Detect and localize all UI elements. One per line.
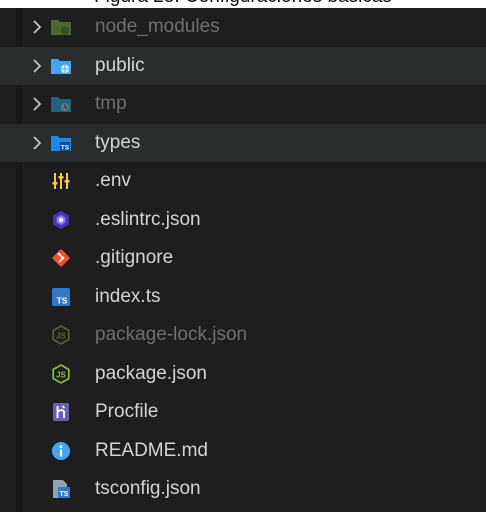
- heroku-icon: [50, 401, 72, 423]
- tree-item-label: public: [95, 54, 145, 76]
- temp-folder-icon: [50, 93, 72, 115]
- tree-item-node-modules[interactable]: node_modules: [0, 8, 486, 47]
- settings-sliders-icon: [50, 170, 72, 192]
- chevron-right-icon[interactable]: [30, 56, 44, 76]
- tsconfig-icon: TS: [50, 478, 72, 500]
- tree-item-label: types: [95, 131, 141, 153]
- svg-text:TS: TS: [57, 295, 68, 305]
- tree-item-gitignore[interactable]: .gitignore: [0, 239, 486, 278]
- figure-caption: Figura 28. Configuraciones básicas: [0, 0, 486, 8]
- tree-item-label: Procfile: [95, 401, 159, 423]
- tree-item-label: package-lock.json: [95, 324, 248, 346]
- git-icon: [50, 247, 72, 269]
- tree-item-types[interactable]: TS types: [0, 123, 486, 162]
- chevron-right-icon[interactable]: [30, 133, 44, 153]
- tree-item-label: index.ts: [95, 285, 161, 307]
- typescript-file-icon: TS: [50, 286, 72, 308]
- tree-item-package-json[interactable]: JS package.json: [0, 355, 486, 394]
- nodejs-icon: JS: [50, 363, 72, 385]
- tree-item-label: .gitignore: [95, 247, 174, 269]
- tree-item-package-lock[interactable]: JS package-lock.json: [0, 316, 486, 355]
- tree-item-env[interactable]: .env: [0, 162, 486, 201]
- chevron-right-icon[interactable]: [30, 17, 44, 37]
- chevron-right-icon[interactable]: [30, 94, 44, 114]
- public-folder-icon: [50, 55, 72, 77]
- tree-item-label: tmp: [95, 93, 127, 115]
- svg-text:TS: TS: [61, 144, 70, 151]
- tree-item-public[interactable]: public: [0, 46, 486, 85]
- tree-item-procfile[interactable]: Procfile: [0, 393, 486, 432]
- caption-text: Figura 28. Configuraciones básicas: [0, 0, 486, 8]
- tree-item-index-ts[interactable]: TS index.ts: [0, 278, 486, 317]
- tree-item-label: node_modules: [95, 16, 220, 38]
- info-icon: [50, 440, 72, 462]
- svg-text:JS: JS: [56, 370, 66, 379]
- tree-item-label: tsconfig.json: [95, 478, 201, 500]
- tree-item-label: .eslintrc.json: [95, 208, 201, 230]
- tree-item-tsconfig[interactable]: TS tsconfig.json: [0, 470, 486, 509]
- nodejs-icon: JS: [50, 324, 72, 346]
- tree-item-label: README.md: [95, 439, 208, 461]
- svg-text:JS: JS: [56, 332, 66, 341]
- node-folder-icon: [50, 16, 72, 38]
- tree-item-label: package.json: [95, 362, 207, 384]
- tree-item-eslintrc[interactable]: .eslintrc.json: [0, 201, 486, 240]
- eslint-icon: [50, 209, 72, 231]
- svg-text:TS: TS: [60, 491, 69, 498]
- file-explorer-tree: node_modules public tmp TS types .env .e…: [0, 8, 486, 520]
- tree-item-tmp[interactable]: tmp: [0, 85, 486, 124]
- tree-item-label: .env: [95, 170, 131, 192]
- tree-item-readme[interactable]: README.md: [0, 432, 486, 471]
- typescript-folder-icon: TS: [50, 132, 72, 154]
